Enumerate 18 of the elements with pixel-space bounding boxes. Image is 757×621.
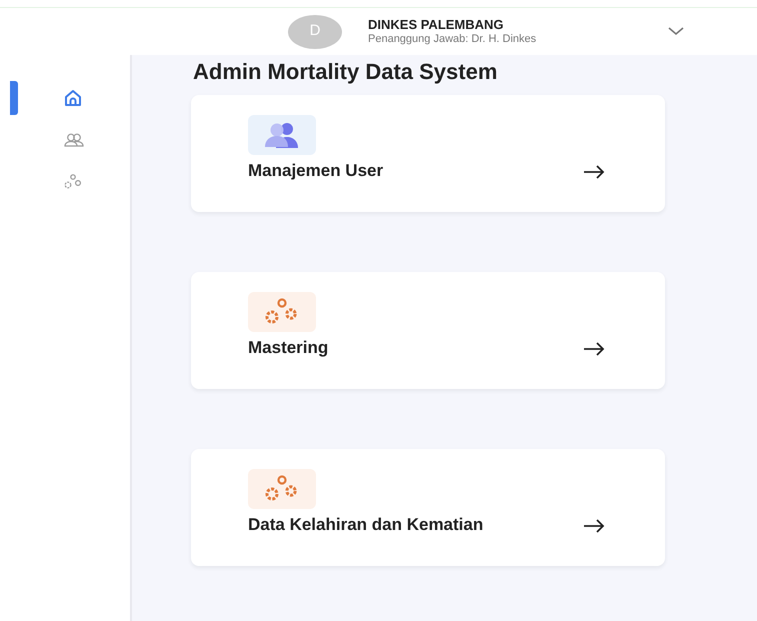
users-icon[interactable] <box>62 131 86 149</box>
gears-icon <box>248 469 316 510</box>
menu-card[interactable]: Data Kelahiran dan Kematian <box>191 449 665 566</box>
home-icon[interactable] <box>62 87 84 109</box>
card-label: Data Kelahiran dan Kematian <box>248 515 484 536</box>
arrow-right-icon <box>583 518 605 533</box>
page-title: Admin Mortality Data System <box>193 59 498 86</box>
arrow-right-icon <box>583 164 605 179</box>
arrow-right-icon <box>583 342 605 356</box>
menu-card[interactable]: Mastering <box>191 272 665 390</box>
menu-card[interactable]: Manajemen User <box>191 95 665 212</box>
user-role: Penanggung Jawab: Dr. H. Dinkes <box>368 32 538 46</box>
users-icon <box>248 115 316 156</box>
card-label: Manajemen User <box>248 161 384 182</box>
chevron-down-icon[interactable] <box>668 27 684 36</box>
card-label: Mastering <box>248 338 330 359</box>
gears-icon <box>248 292 316 332</box>
user-name: DINKES PALEMBANG <box>368 18 505 33</box>
